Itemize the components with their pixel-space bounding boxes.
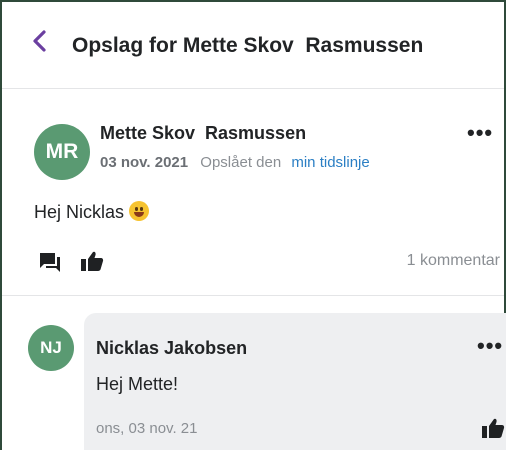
comment-avatar[interactable]: NJ (28, 325, 74, 371)
comment-date: ons, 03 nov. 21 (96, 420, 198, 437)
comment-count-link[interactable]: 1 kommentar (407, 252, 500, 270)
post-text: Hej Nicklas (34, 202, 125, 222)
post-meta: 03 nov. 2021 Opslået den min tidslinje (100, 154, 370, 171)
post-date: 03 nov. 2021 (100, 154, 189, 171)
like-thumb-icon[interactable] (80, 250, 104, 272)
smiling-face-emoji-icon (129, 201, 150, 221)
comment-more-options-icon[interactable]: ••• (477, 335, 503, 357)
post-author[interactable]: Mette Skov Rasmussen (100, 123, 306, 144)
post-body: Hej Nicklas (34, 201, 150, 223)
avatar[interactable]: MR (34, 124, 90, 180)
comment-author[interactable]: Nicklas Jakobsen (96, 338, 247, 359)
posted-label: Opslået den (200, 154, 282, 171)
back-chevron-icon[interactable] (28, 29, 52, 53)
page-title: Opslag for Mette Skov Rasmussen (72, 34, 424, 57)
divider (2, 295, 504, 296)
comment-like-thumb-icon[interactable] (481, 417, 505, 439)
timeline-link[interactable]: min tidslinje (291, 154, 369, 171)
comment-text: Hej Mette! (96, 374, 179, 394)
comment-icon[interactable] (38, 251, 62, 273)
post-more-options-icon[interactable]: ••• (467, 122, 493, 144)
